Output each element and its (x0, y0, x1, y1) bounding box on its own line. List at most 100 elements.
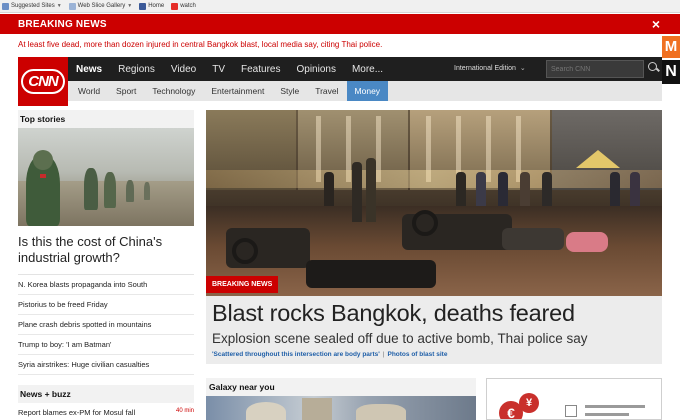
story-link[interactable]: Pistorius to be freed Friday (18, 295, 194, 315)
subnav-item-style[interactable]: Style (272, 81, 307, 101)
main-nav: CNN News Regions Video TV Features Opini… (18, 57, 662, 106)
temple-shape (302, 398, 332, 420)
news-buzz-section: News + buzz Report blames ex-PM for Mosu… (18, 385, 194, 419)
nav-item-tv[interactable]: TV (212, 64, 225, 75)
subnav-item-money[interactable]: Money (346, 81, 389, 101)
bookmarks-bar: Suggested Sites ▼ Web Slice Gallery ▼ Ho… (0, 0, 680, 13)
hero-link-photos[interactable]: Photos of blast site (387, 351, 447, 358)
cnn-logo[interactable]: CNN (18, 57, 68, 106)
link-separator: | (382, 351, 385, 358)
bookmark-home[interactable]: Home (139, 2, 165, 10)
subnav-item-technology[interactable]: Technology (144, 81, 203, 101)
bookmark-label: Web Slice Gallery (77, 3, 126, 9)
soldier-helmet (33, 150, 53, 170)
nav-item-features[interactable]: Features (241, 64, 280, 75)
subnav-item-entertainment[interactable]: Entertainment (203, 81, 272, 101)
soldier-figure (126, 180, 134, 202)
story-link[interactable]: Trump to boy: 'I am Batman' (18, 335, 194, 355)
bookmark-label: watch (180, 3, 196, 9)
debris (502, 228, 564, 250)
side-logo-n: N (662, 60, 680, 84)
bookmark-label: Suggested Sites (11, 3, 55, 9)
checkbox-icon (565, 405, 577, 417)
story-link[interactable]: Syria airstrikes: Huge civilian casualti… (18, 355, 194, 375)
subnav-item-travel[interactable]: Travel (307, 81, 346, 101)
hero-image[interactable] (206, 110, 662, 296)
temple-shape (356, 404, 406, 420)
person-figure (352, 162, 362, 222)
nav-item-video[interactable]: Video (171, 64, 196, 75)
soldier-figure (84, 168, 98, 210)
breaking-news-text[interactable]: At least five dead, more than dozen inju… (0, 34, 662, 56)
hero-breaking-badge: BREAKING NEWS (206, 276, 279, 293)
nav-item-regions[interactable]: Regions (118, 64, 155, 75)
main-nav-items: News Regions Video TV Features Opinions … (76, 57, 399, 81)
buzz-item-text: Report blames ex-PM for Mosul fall (18, 408, 136, 417)
wheel (412, 210, 438, 236)
nav-item-more[interactable]: More... (352, 64, 383, 75)
person-figure (498, 172, 508, 206)
breaking-news-bar: BREAKING NEWS (0, 14, 680, 34)
person-figure (542, 172, 552, 206)
top-story-headline[interactable]: Is this the cost of China's industrial g… (18, 234, 194, 266)
person-figure (324, 172, 334, 206)
search-icon[interactable] (648, 62, 660, 74)
soldier-figure (144, 182, 150, 200)
bookmark-suggested-sites[interactable]: Suggested Sites ▼ (2, 2, 62, 10)
edition-label: International Edition (454, 65, 516, 72)
sub-nav-items: World Sport Technology Entertainment Sty… (70, 81, 389, 101)
galaxy-image[interactable] (206, 396, 476, 420)
person-figure (630, 172, 640, 206)
side-logo-m: M (662, 36, 680, 58)
hero-link-quote[interactable]: 'Scattered throughout this intersection … (212, 351, 380, 358)
top-stories-header: Top stories (18, 110, 194, 128)
top-stories-column: Top stories Is this the cost of China's … (18, 110, 194, 419)
web-slice-icon (68, 2, 76, 10)
person-figure (366, 158, 376, 222)
top-story-image[interactable] (18, 128, 194, 226)
chevron-down-icon: ▼ (56, 3, 62, 9)
ad-box[interactable]: € ¥ (486, 378, 662, 420)
close-icon[interactable]: × (652, 14, 660, 34)
galaxy-section: Galaxy near you (206, 378, 476, 420)
subnav-item-sport[interactable]: Sport (108, 81, 144, 101)
yen-coin-icon: ¥ (519, 393, 539, 413)
side-logo: M N (662, 34, 680, 100)
nav-item-news[interactable]: News (76, 64, 102, 75)
subnav-item-world[interactable]: World (70, 81, 108, 101)
story-list: N. Korea blasts propaganda into South Pi… (18, 274, 194, 375)
logo-text: CNN (21, 69, 65, 94)
ad-line (585, 413, 629, 416)
nav-item-opinions[interactable]: Opinions (296, 64, 335, 75)
story-link[interactable]: Plane crash debris spotted in mountains (18, 315, 194, 335)
buzz-item[interactable]: Report blames ex-PM for Mosul fall 40 mi… (18, 403, 194, 419)
person-figure (610, 172, 620, 206)
debris (566, 232, 608, 252)
search-input[interactable] (546, 60, 644, 78)
sub-nav: World Sport Technology Entertainment Sty… (18, 81, 662, 101)
street-lights (206, 170, 662, 188)
hero-headline[interactable]: Blast rocks Bangkok, deaths feared (212, 300, 575, 327)
facebook-icon (139, 2, 147, 10)
armband (40, 174, 46, 178)
youtube-icon (171, 2, 179, 10)
bookmark-watch[interactable]: watch (171, 2, 196, 10)
person-figure (476, 172, 486, 206)
soldier-figure (104, 172, 116, 208)
person-figure (520, 172, 530, 206)
story-link[interactable]: N. Korea blasts propaganda into South (18, 275, 194, 295)
hero-story[interactable]: BREAKING NEWS Blast rocks Bangkok, death… (206, 110, 662, 364)
ad-line (585, 405, 645, 408)
news-buzz-header: News + buzz (18, 385, 194, 403)
bookmark-web-slice-gallery[interactable]: Web Slice Gallery ▼ (68, 2, 132, 10)
breaking-news-label: BREAKING NEWS (18, 18, 107, 30)
temple-shape (246, 402, 286, 420)
hero-links: 'Scattered throughout this intersection … (212, 351, 447, 358)
suggested-sites-icon (2, 2, 9, 10)
buzz-time: 40 min (175, 408, 194, 414)
edition-selector[interactable]: International Edition ⌄ (454, 57, 526, 81)
person-figure (456, 172, 466, 206)
bookmark-label: Home (148, 3, 165, 9)
chevron-down-icon: ⌄ (519, 65, 526, 72)
hero-subhead[interactable]: Explosion scene sealed off due to active… (212, 331, 587, 346)
